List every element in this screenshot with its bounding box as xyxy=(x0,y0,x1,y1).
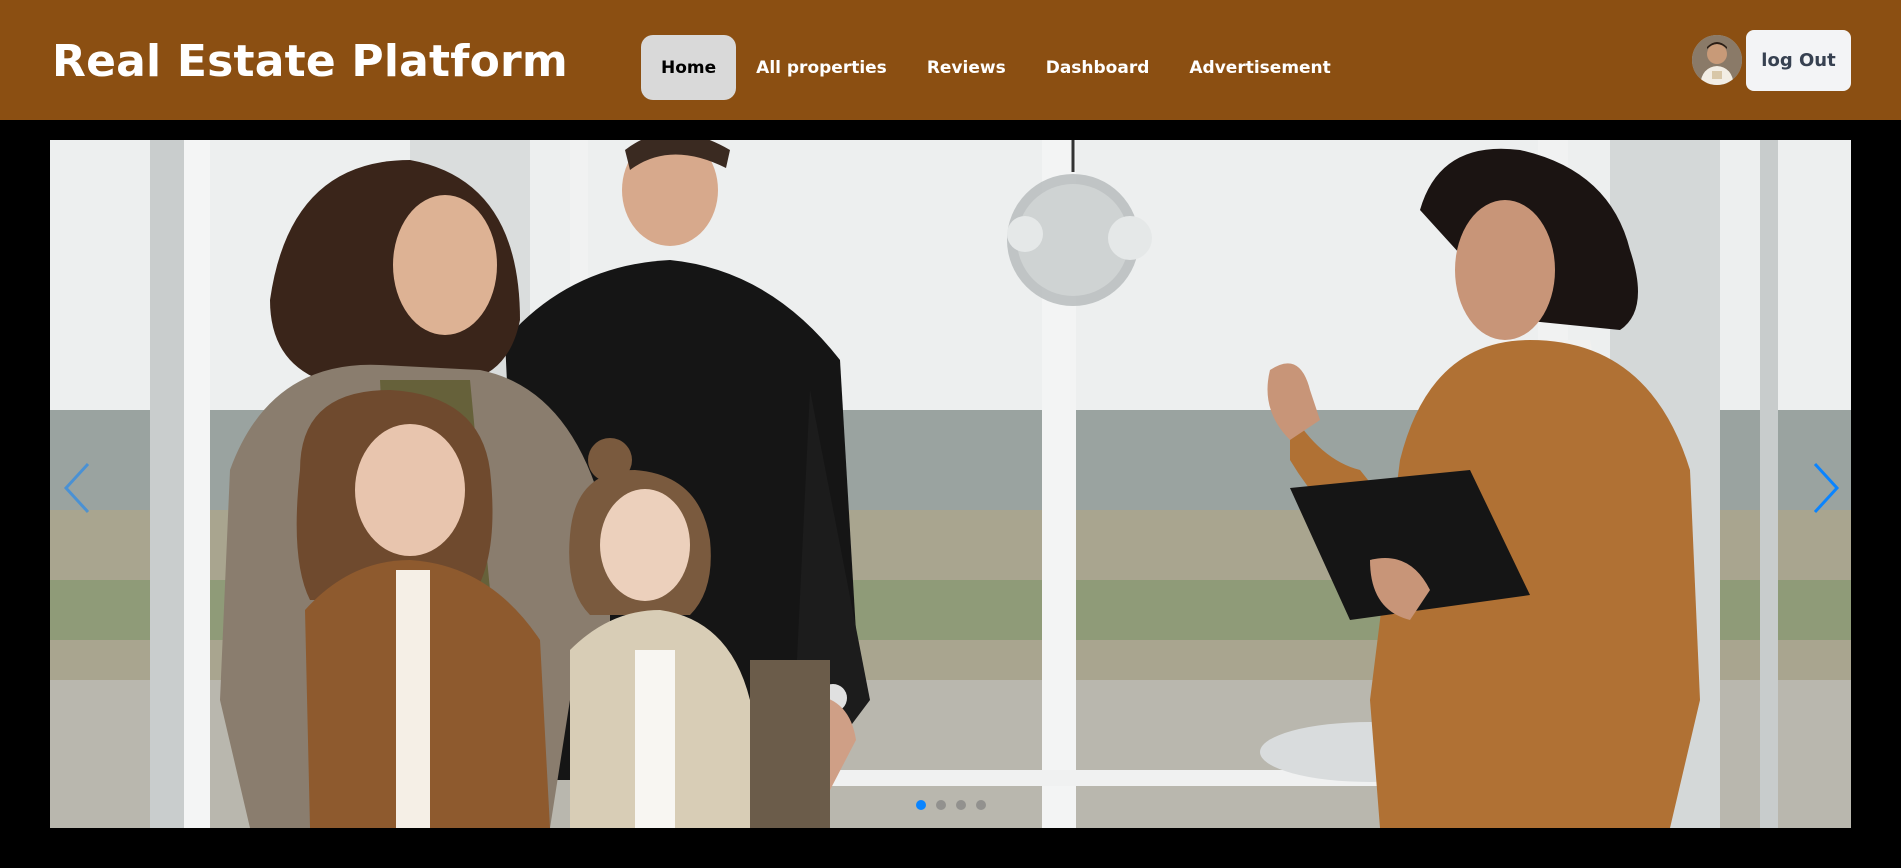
user-avatar[interactable] xyxy=(1692,35,1742,85)
carousel-dot-2[interactable] xyxy=(936,800,946,810)
nav-all-properties[interactable]: All properties xyxy=(736,35,907,100)
nav-dashboard[interactable]: Dashboard xyxy=(1026,35,1170,100)
site-title[interactable]: Real Estate Platform xyxy=(52,36,568,87)
logout-button[interactable]: log Out xyxy=(1746,30,1851,91)
carousel-dot-3[interactable] xyxy=(956,800,966,810)
chevron-right-icon[interactable] xyxy=(1805,458,1845,518)
carousel-dot-1[interactable] xyxy=(916,800,926,810)
hero-slide-image xyxy=(50,140,1851,828)
chevron-left-icon[interactable] xyxy=(58,458,98,518)
nav-reviews[interactable]: Reviews xyxy=(907,35,1026,100)
carousel-dot-4[interactable] xyxy=(976,800,986,810)
navbar: Real Estate Platform Home All properties… xyxy=(0,0,1901,120)
nav-advertisement[interactable]: Advertisement xyxy=(1169,35,1350,100)
nav-home[interactable]: Home xyxy=(641,35,737,100)
main-nav: Home All properties Reviews Dashboard Ad… xyxy=(641,35,1351,100)
carousel-pagination xyxy=(916,800,986,810)
hero-carousel xyxy=(50,140,1851,828)
